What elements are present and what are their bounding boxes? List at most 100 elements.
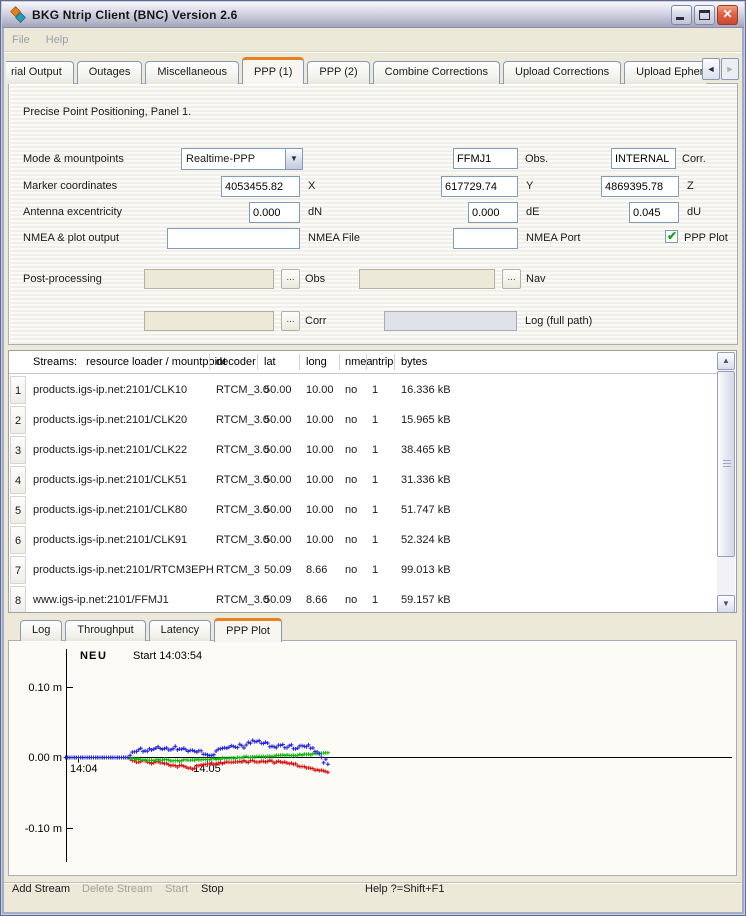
stream-row[interactable]: 2products.igs-ip.net:2101/CLK20RTCM_3.05…: [9, 405, 717, 435]
cell-ntrip: 1: [372, 375, 378, 405]
cell-ntrip: 1: [372, 405, 378, 435]
tab-serial-output[interactable]: rial Output: [6, 61, 74, 84]
tab-ppp-1[interactable]: PPP (1): [242, 57, 304, 84]
config-tab-strip: rial Output Outages Miscellaneous PPP (1…: [6, 55, 706, 84]
col-nmea: nmea: [345, 351, 373, 373]
postproc-corr-browse-button[interactable]: ...: [281, 311, 300, 331]
marker-y-label: Y: [526, 180, 533, 192]
tab-log[interactable]: Log: [20, 620, 62, 641]
tab-scroll-right-icon[interactable]: ►: [721, 58, 739, 80]
tab-combine-corrections[interactable]: Combine Corrections: [373, 61, 500, 84]
scroll-down-icon[interactable]: ▼: [717, 595, 735, 613]
cell-mountpoint: products.igs-ip.net:2101/CLK91: [33, 525, 187, 555]
row-number[interactable]: 6: [10, 526, 26, 554]
cell-decoder: RTCM_3.0: [216, 435, 269, 465]
antenna-du-label: dU: [687, 206, 701, 218]
table-scrollbar[interactable]: ▲ ▼: [717, 352, 735, 613]
cell-decoder: RTCM_3.0: [216, 495, 269, 525]
cell-nmea: no: [345, 495, 357, 525]
chevron-down-icon[interactable]: ▼: [285, 149, 302, 169]
tab-ppp-plot[interactable]: PPP Plot: [214, 618, 282, 642]
legend-n: N: [80, 650, 88, 662]
cell-mountpoint: products.igs-ip.net:2101/CLK10: [33, 375, 187, 405]
cell-long: 10.00: [306, 405, 334, 435]
cell-bytes: 99.013 kB: [401, 555, 451, 585]
delete-stream-button[interactable]: Delete Stream: [82, 883, 152, 895]
mode-combobox[interactable]: Realtime-PPP ▼: [181, 148, 303, 170]
scrollbar-thumb[interactable]: [717, 371, 735, 557]
tab-miscellaneous[interactable]: Miscellaneous: [145, 61, 239, 84]
obs-mountpoint-field[interactable]: [453, 148, 518, 169]
add-stream-button[interactable]: Add Stream: [12, 883, 70, 895]
postproc-nav-browse-button[interactable]: ...: [502, 269, 521, 289]
start-time-label: Start 14:03:54: [133, 650, 202, 662]
tab-latency[interactable]: Latency: [149, 620, 212, 641]
row-number[interactable]: 2: [10, 406, 26, 434]
row-number[interactable]: 4: [10, 466, 26, 494]
menu-file[interactable]: File: [4, 32, 38, 48]
cell-bytes: 16.336 kB: [401, 375, 451, 405]
antenna-dn-field[interactable]: [249, 202, 300, 223]
stream-row[interactable]: 7products.igs-ip.net:2101/RTCM3EPHRTCM_3…: [9, 555, 717, 585]
tab-throughput[interactable]: Throughput: [65, 620, 145, 641]
col-decoder: decoder: [216, 351, 256, 373]
stop-button[interactable]: Stop: [201, 883, 224, 895]
cell-long: 10.00: [306, 525, 334, 555]
cell-decoder: RTCM_3.0: [216, 375, 269, 405]
postproc-nav-field[interactable]: [359, 269, 495, 289]
ppp-panel: Precise Point Positioning, Panel 1. Mode…: [8, 83, 738, 345]
stream-row[interactable]: 6products.igs-ip.net:2101/CLK91RTCM_3.05…: [9, 525, 717, 555]
postproc-log-field[interactable]: [384, 311, 517, 331]
close-button[interactable]: ✕: [717, 5, 738, 25]
tab-ppp-2[interactable]: PPP (2): [307, 61, 369, 84]
stream-row[interactable]: 5products.igs-ip.net:2101/CLK80RTCM_3.05…: [9, 495, 717, 525]
row-number[interactable]: 1: [10, 376, 26, 404]
tab-upload-ephemeris[interactable]: Upload Ephemeris: [624, 61, 706, 84]
postproc-obs-browse-button[interactable]: ...: [281, 269, 300, 289]
nmea-port-field[interactable]: [453, 228, 518, 249]
corr-mountpoint-field[interactable]: [611, 148, 676, 169]
postproc-corr-field[interactable]: [144, 311, 274, 331]
tab-scroll-left-icon[interactable]: ◄: [702, 58, 720, 80]
nmea-file-label: NMEA File: [308, 232, 360, 244]
title-bar[interactable]: BKG Ntrip Client (BNC) Version 2.6 ✕: [2, 2, 744, 28]
ppp-plot-checkbox[interactable]: [665, 230, 678, 243]
row-number[interactable]: 5: [10, 496, 26, 524]
stream-row[interactable]: 3products.igs-ip.net:2101/CLK22RTCM_3.05…: [9, 435, 717, 465]
cell-nmea: no: [345, 375, 357, 405]
nmea-file-field[interactable]: [167, 228, 300, 249]
marker-x-field[interactable]: [221, 176, 300, 197]
cell-bytes: 59.157 kB: [401, 585, 451, 613]
menu-help[interactable]: Help: [38, 32, 77, 48]
tab-outages[interactable]: Outages: [77, 61, 143, 84]
mode-value: Realtime-PPP: [182, 153, 285, 165]
antenna-de-field[interactable]: [468, 202, 518, 223]
stream-row[interactable]: 8www.igs-ip.net:2101/FFMJ1RTCM_3.050.098…: [9, 585, 717, 613]
close-icon: ✕: [718, 7, 737, 21]
cell-long: 10.00: [306, 495, 334, 525]
row-number[interactable]: 8: [10, 586, 26, 613]
minimize-button[interactable]: [671, 5, 692, 25]
start-button[interactable]: Start: [165, 883, 188, 895]
tab-upload-corrections[interactable]: Upload Corrections: [503, 61, 621, 84]
maximize-button[interactable]: [694, 5, 715, 25]
cell-ntrip: 1: [372, 465, 378, 495]
y-tick-minus010: -0.10 m: [25, 823, 62, 835]
cell-long: 10.00: [306, 375, 334, 405]
postproc-nav-label: Nav: [526, 273, 546, 285]
marker-y-field[interactable]: [441, 176, 518, 197]
postproc-obs-field[interactable]: [144, 269, 274, 289]
stream-row[interactable]: 1products.igs-ip.net:2101/CLK10RTCM_3.05…: [9, 375, 717, 405]
row-number[interactable]: 7: [10, 556, 26, 584]
col-bytes: bytes: [401, 351, 427, 373]
help-hint: Help ?=Shift+F1: [365, 883, 445, 895]
stream-row[interactable]: 4products.igs-ip.net:2101/CLK51RTCM_3.05…: [9, 465, 717, 495]
ppp-plot-chart: 0.10 m 0.00 m -0.10 m 14:04 14:05 N E U …: [9, 641, 736, 875]
antenna-du-field[interactable]: [629, 202, 679, 223]
marker-z-field[interactable]: [601, 176, 679, 197]
mode-label: Mode & mountpoints: [23, 153, 124, 165]
cell-mountpoint: products.igs-ip.net:2101/CLK22: [33, 435, 187, 465]
cell-ntrip: 1: [372, 555, 378, 585]
scroll-up-icon[interactable]: ▲: [717, 352, 735, 370]
row-number[interactable]: 3: [10, 436, 26, 464]
